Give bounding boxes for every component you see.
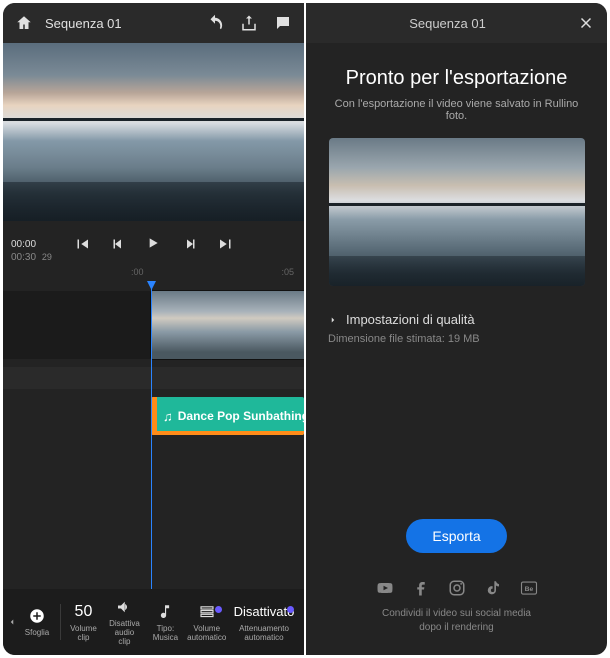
timecode-display: 00:00 00:30 29 [11, 239, 52, 263]
step-forward-button[interactable] [181, 235, 199, 253]
ruler-mark: :05 [281, 267, 294, 277]
behance-icon[interactable]: Be [520, 579, 538, 597]
export-subtitle: Con l'esportazione il video viene salvat… [328, 98, 585, 122]
badge-icon [287, 606, 294, 613]
estimated-filesize: Dimensione file stimata: 19 MB [328, 333, 585, 345]
video-track[interactable] [3, 291, 304, 359]
toolbar-scroll-left[interactable] [7, 615, 17, 629]
footer-text: Condividi il video sui social media dopo… [382, 607, 531, 635]
tiktok-icon[interactable] [484, 579, 502, 597]
social-share-row: Be [376, 579, 538, 597]
video-preview[interactable]: 00:00 00:30 29 [3, 43, 304, 221]
music-note-icon: ♫ [163, 409, 173, 424]
chevron-right-icon [328, 315, 338, 325]
export-button[interactable]: Esporta [406, 519, 506, 553]
badge-icon [215, 606, 222, 613]
bottom-toolbar: Sfoglia 50 Volume clip Disattiva audio c… [3, 589, 304, 655]
close-icon[interactable] [577, 14, 595, 32]
export-thumbnail [329, 138, 585, 286]
home-icon[interactable] [15, 14, 33, 32]
video-clip[interactable] [151, 291, 304, 359]
editor-header: Sequenza 01 [3, 3, 304, 43]
ruler-mark: :00 [131, 267, 144, 277]
playhead[interactable] [151, 287, 152, 589]
share-icon[interactable] [240, 14, 258, 32]
export-header: Sequenza 01 [306, 3, 607, 43]
audio-track[interactable]: ♫ Dance Pop Sunbathing F [3, 397, 304, 435]
quality-label: Impostazioni di qualità [346, 312, 475, 327]
audio-clip[interactable]: ♫ Dance Pop Sunbathing F [151, 397, 304, 435]
go-end-button[interactable] [217, 235, 235, 253]
export-body: Pronto per l'esportazione Con l'esportaz… [306, 43, 607, 363]
youtube-icon[interactable] [376, 579, 394, 597]
go-start-button[interactable] [73, 235, 91, 253]
auto-volume-button[interactable]: Volume automatico [185, 602, 228, 643]
play-button[interactable] [145, 235, 163, 253]
instagram-icon[interactable] [448, 579, 466, 597]
audio-type-button[interactable]: Tipo:Musica [145, 602, 185, 643]
audio-clip-label: Dance Pop Sunbathing F [178, 409, 304, 423]
svg-text:Be: Be [524, 586, 533, 593]
comment-icon[interactable] [274, 14, 292, 32]
track-gap [3, 367, 304, 389]
duration-time: 00:30 [11, 252, 36, 263]
current-time: 00:00 [11, 239, 36, 250]
quality-settings-button[interactable]: Impostazioni di qualità [328, 312, 585, 327]
auto-ducking-button[interactable]: Disattivato Attenuamento automatico [228, 602, 300, 643]
export-title: Pronto per l'esportazione [346, 67, 568, 90]
export-panel: Sequenza 01 Pronto per l'esportazione Co… [306, 3, 607, 655]
volume-clip-button[interactable]: 50 Volume clip [63, 602, 103, 643]
editor-panel: Sequenza 01 00:00 00:30 29 [3, 3, 304, 655]
facebook-icon[interactable] [412, 579, 430, 597]
sequence-title: Sequenza 01 [45, 16, 122, 31]
mute-clip-button[interactable]: Disattiva audio clip [103, 597, 145, 646]
undo-icon[interactable] [206, 14, 224, 32]
export-footer: Be Condividi il video sui social media d… [306, 563, 607, 655]
step-back-button[interactable] [109, 235, 127, 253]
timeline[interactable]: :00 :05 ♫ Dance Pop Sunbathing F [3, 263, 304, 589]
browse-button[interactable]: Sfoglia [17, 606, 57, 638]
fps-display: 29 [42, 252, 52, 262]
export-header-title: Sequenza 01 [318, 16, 577, 31]
